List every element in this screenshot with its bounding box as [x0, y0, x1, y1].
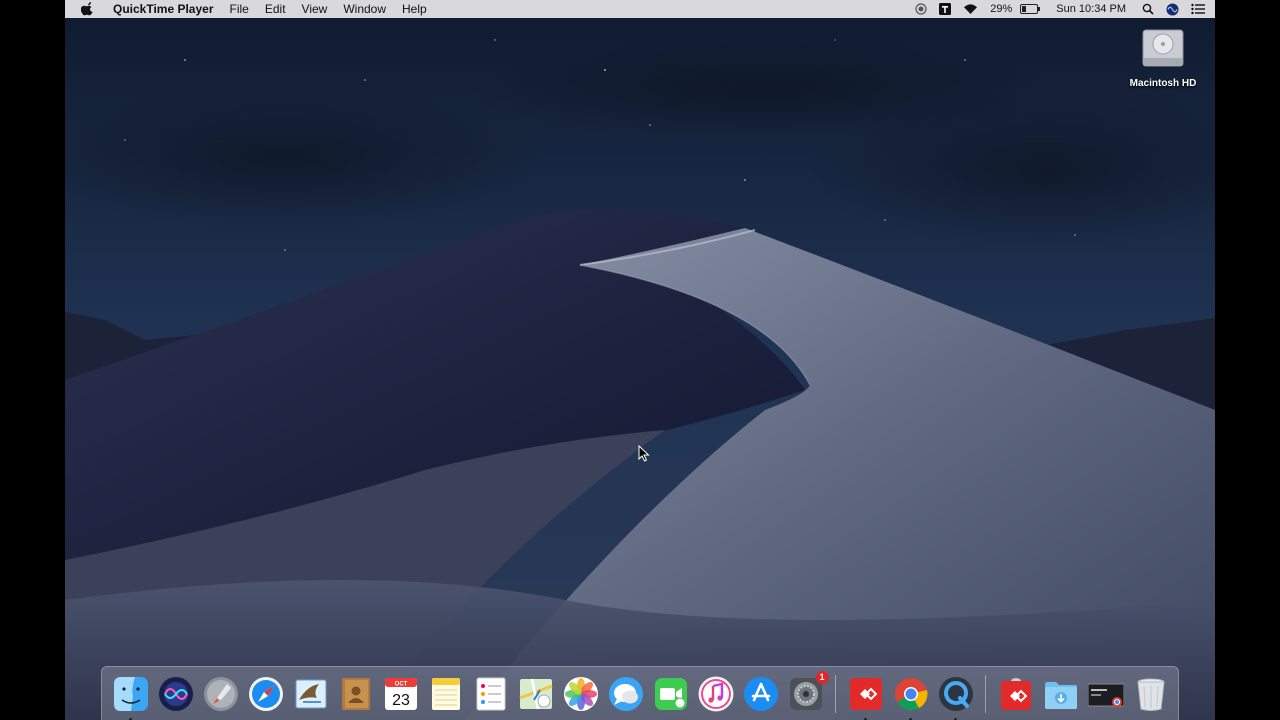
mail-icon [295, 679, 326, 709]
macintosh-hd-desktop-icon[interactable]: Macintosh HD [1127, 24, 1199, 89]
calendar-icon: OCT 23 [384, 678, 417, 710]
downloads-folder-icon [1044, 682, 1077, 709]
dock-separator [835, 675, 836, 713]
dock-siri[interactable] [158, 676, 194, 712]
dock-itunes[interactable] [698, 676, 734, 712]
screenshot-stack-icon [1087, 683, 1124, 707]
dock-notes[interactable] [428, 676, 464, 712]
file-menu[interactable]: File [222, 0, 257, 18]
clock[interactable]: Sun 10:34 PM [1056, 3, 1126, 15]
chrome-icon [894, 678, 927, 711]
dock-mail[interactable] [293, 676, 329, 712]
photos-icon [563, 677, 598, 711]
t-app-icon[interactable] [939, 0, 952, 18]
dock-downloads-folder[interactable] [1043, 676, 1079, 712]
dock-contacts[interactable] [338, 676, 374, 712]
edit-menu[interactable]: Edit [257, 0, 294, 18]
spotlight-icon[interactable] [1142, 0, 1154, 18]
dock-facetime[interactable] [653, 676, 689, 712]
dock-messages[interactable] [608, 676, 644, 712]
launchpad-icon [203, 677, 238, 711]
reminders-icon [476, 677, 505, 711]
calendar-day: 23 [392, 692, 410, 709]
finder-icon [113, 677, 148, 711]
notes-icon [431, 678, 460, 710]
dock-photos[interactable] [563, 676, 599, 712]
notification-center-icon[interactable] [1191, 0, 1205, 18]
dock-system-preferences[interactable]: 1 [788, 671, 829, 712]
desktop-screen: QuickTime Player File Edit View Window H… [65, 0, 1215, 720]
battery-percent: 29% [990, 3, 1013, 15]
anydesk-download-icon [1000, 678, 1031, 710]
window-menu[interactable]: Window [335, 0, 394, 18]
facetime-icon [654, 678, 687, 710]
view-menu[interactable]: View [294, 0, 336, 18]
dock: OCT 23 1 [101, 666, 1179, 720]
dock-launchpad[interactable] [203, 676, 239, 712]
safari-icon [248, 677, 283, 711]
calendar-month: OCT [394, 682, 407, 688]
mojave-wallpaper [65, 0, 1215, 720]
quicktime-icon [938, 677, 973, 711]
itunes-icon [698, 676, 733, 712]
battery-icon[interactable] [1018, 0, 1041, 18]
status-area: 29% Sun 10:34 PM [909, 0, 1215, 18]
siri-app-icon [158, 677, 193, 711]
mouse-pointer-icon [638, 445, 650, 462]
dock-separator [985, 675, 986, 713]
dock-reminders[interactable] [473, 676, 509, 712]
app-store-icon [743, 677, 778, 711]
dock-quicktime[interactable] [938, 676, 974, 720]
help-menu[interactable]: Help [394, 0, 435, 18]
notification-badge: 1 [815, 671, 829, 684]
siri-icon[interactable] [1166, 0, 1179, 18]
wifi-icon[interactable] [963, 0, 978, 18]
maps-icon [518, 678, 553, 710]
dock-finder[interactable] [113, 676, 149, 720]
dock-anydesk[interactable] [848, 676, 884, 720]
dock-screenshot-stack[interactable] [1087, 676, 1124, 712]
trash-icon [1136, 678, 1165, 711]
apple-menu-icon[interactable] [81, 2, 95, 16]
dock-safari[interactable] [248, 676, 284, 712]
dock-calendar[interactable]: OCT 23 [383, 676, 419, 712]
dock-anydesk-download[interactable] [998, 676, 1034, 712]
menu-bar: QuickTime Player File Edit View Window H… [65, 0, 1215, 18]
macintosh-hd-label: Macintosh HD [1129, 78, 1197, 89]
screen-record-icon[interactable] [915, 0, 927, 18]
anydesk-icon [849, 678, 882, 710]
app-menu[interactable]: QuickTime Player [105, 0, 222, 18]
messages-icon [608, 677, 643, 711]
dock-maps[interactable] [518, 676, 554, 712]
contacts-icon [341, 678, 370, 710]
dock-chrome[interactable] [893, 676, 929, 720]
hard-drive-icon [1142, 29, 1184, 67]
dock-app-store[interactable] [743, 676, 779, 712]
dock-trash[interactable] [1133, 676, 1169, 712]
